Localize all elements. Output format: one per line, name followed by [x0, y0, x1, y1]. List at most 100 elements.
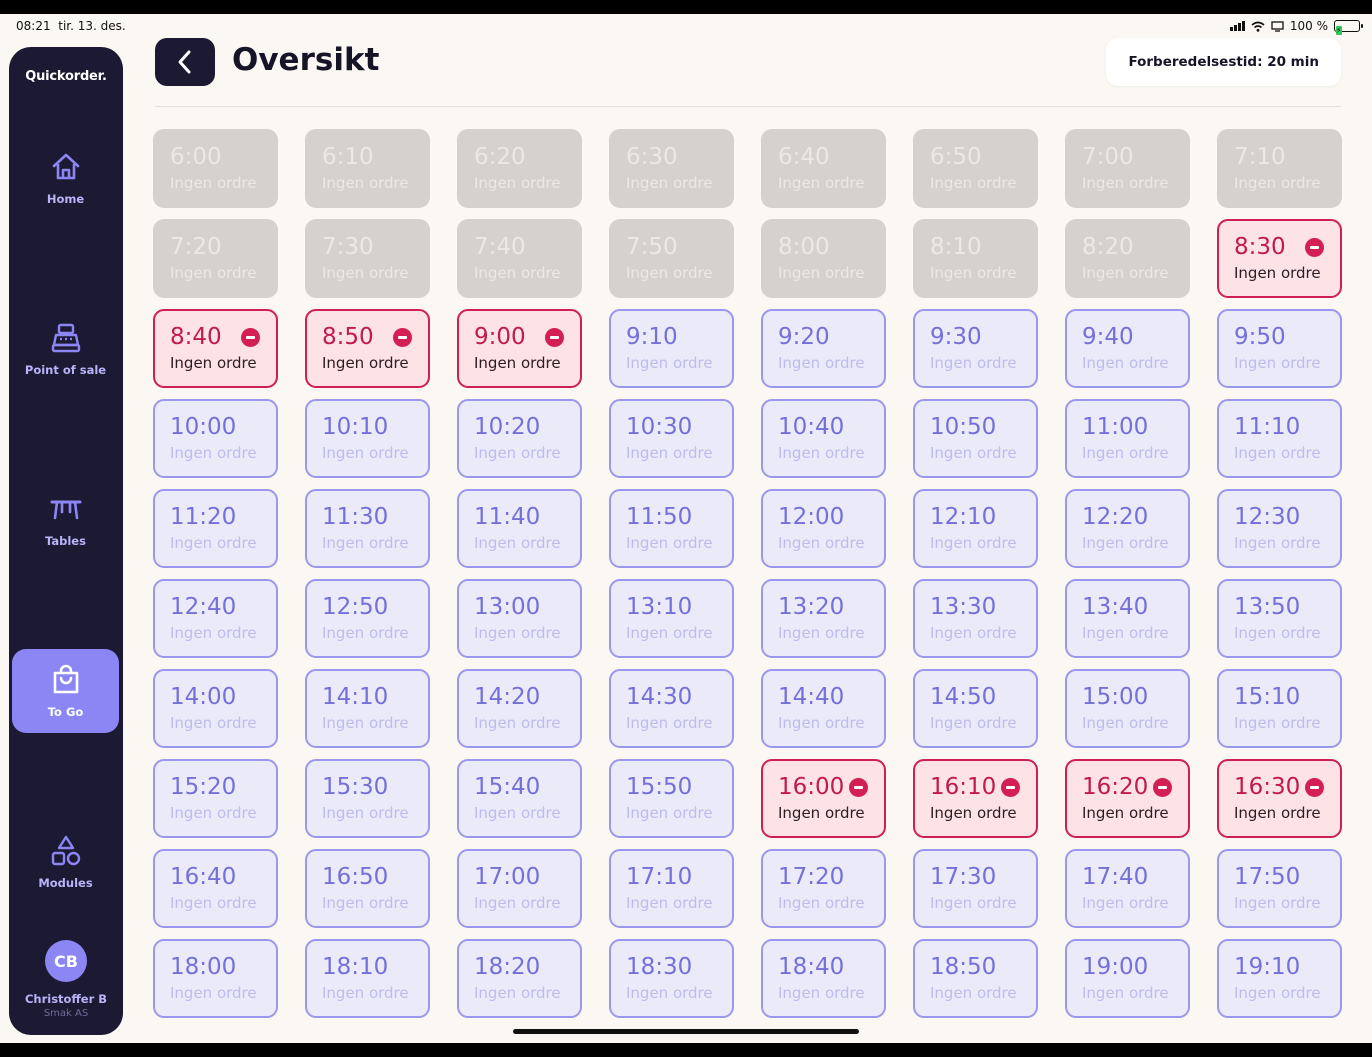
- time-slot[interactable]: 12:40 Ingen ordre: [153, 579, 278, 658]
- time-slot[interactable]: 13:50 Ingen ordre: [1217, 579, 1342, 658]
- time-slot[interactable]: 6:50 Ingen ordre: [913, 129, 1038, 208]
- time-slot[interactable]: 17:40 Ingen ordre: [1065, 849, 1190, 928]
- time-slot[interactable]: 11:40 Ingen ordre: [457, 489, 582, 568]
- time-slot[interactable]: 17:20 Ingen ordre: [761, 849, 886, 928]
- time-slot[interactable]: 9:20 Ingen ordre: [761, 309, 886, 388]
- slot-time: 6:30: [626, 144, 678, 170]
- time-slot[interactable]: 9:50 Ingen ordre: [1217, 309, 1342, 388]
- time-slot[interactable]: 17:50 Ingen ordre: [1217, 849, 1342, 928]
- time-slot[interactable]: 8:20 Ingen ordre: [1065, 219, 1190, 298]
- time-slot[interactable]: 18:30 Ingen ordre: [609, 939, 734, 1018]
- time-slot[interactable]: 17:00 Ingen ordre: [457, 849, 582, 928]
- time-slot[interactable]: 8:10 Ingen ordre: [913, 219, 1038, 298]
- prep-time-badge[interactable]: Forberedelsestid: 20 min: [1106, 38, 1341, 86]
- time-slot[interactable]: 8:30 Ingen ordre: [1217, 219, 1342, 298]
- time-slot[interactable]: 7:10 Ingen ordre: [1217, 129, 1342, 208]
- time-slot[interactable]: 12:30 Ingen ordre: [1217, 489, 1342, 568]
- time-slot[interactable]: 14:10 Ingen ordre: [305, 669, 430, 748]
- time-slot[interactable]: 14:00 Ingen ordre: [153, 669, 278, 748]
- time-slot[interactable]: 15:10 Ingen ordre: [1217, 669, 1342, 748]
- time-slot[interactable]: 10:50 Ingen ordre: [913, 399, 1038, 478]
- minus-circle-icon[interactable]: [393, 328, 412, 347]
- time-slot[interactable]: 16:20 Ingen ordre: [1065, 759, 1190, 838]
- time-slot[interactable]: 10:00 Ingen ordre: [153, 399, 278, 478]
- time-slot[interactable]: 18:10 Ingen ordre: [305, 939, 430, 1018]
- time-slot[interactable]: 9:30 Ingen ordre: [913, 309, 1038, 388]
- time-slot[interactable]: 16:00 Ingen ordre: [761, 759, 886, 838]
- time-slot[interactable]: 12:10 Ingen ordre: [913, 489, 1038, 568]
- time-slot[interactable]: 16:40 Ingen ordre: [153, 849, 278, 928]
- minus-circle-icon[interactable]: [1305, 238, 1324, 257]
- time-slot[interactable]: 15:30 Ingen ordre: [305, 759, 430, 838]
- time-slot[interactable]: 6:40 Ingen ordre: [761, 129, 886, 208]
- time-slot[interactable]: 17:30 Ingen ordre: [913, 849, 1038, 928]
- time-slot[interactable]: 15:00 Ingen ordre: [1065, 669, 1190, 748]
- back-button[interactable]: [155, 38, 215, 86]
- time-slot[interactable]: 8:40 Ingen ordre: [153, 309, 278, 388]
- sidebar-item-modules[interactable]: Modules: [12, 820, 119, 904]
- time-slot[interactable]: 9:00 Ingen ordre: [457, 309, 582, 388]
- time-slot[interactable]: 7:40 Ingen ordre: [457, 219, 582, 298]
- minus-circle-icon[interactable]: [849, 778, 868, 797]
- time-slot[interactable]: 15:40 Ingen ordre: [457, 759, 582, 838]
- time-slot[interactable]: 6:20 Ingen ordre: [457, 129, 582, 208]
- time-slot[interactable]: 14:30 Ingen ordre: [609, 669, 734, 748]
- time-slot[interactable]: 16:30 Ingen ordre: [1217, 759, 1342, 838]
- time-slot[interactable]: 12:00 Ingen ordre: [761, 489, 886, 568]
- sidebar-item-tables[interactable]: Tables: [12, 478, 119, 562]
- time-slot[interactable]: 16:10 Ingen ordre: [913, 759, 1038, 838]
- time-slot[interactable]: 12:20 Ingen ordre: [1065, 489, 1190, 568]
- time-slot[interactable]: 18:40 Ingen ordre: [761, 939, 886, 1018]
- sidebar-item-point-of-sale[interactable]: Point of sale: [12, 307, 119, 391]
- time-slot[interactable]: 12:50 Ingen ordre: [305, 579, 430, 658]
- time-slot[interactable]: 13:10 Ingen ordre: [609, 579, 734, 658]
- time-slot[interactable]: 13:20 Ingen ordre: [761, 579, 886, 658]
- time-slot[interactable]: 9:10 Ingen ordre: [609, 309, 734, 388]
- minus-circle-icon[interactable]: [1153, 778, 1172, 797]
- time-slot[interactable]: 8:00 Ingen ordre: [761, 219, 886, 298]
- slot-time: 7:00: [1082, 144, 1134, 170]
- time-slot[interactable]: 10:40 Ingen ordre: [761, 399, 886, 478]
- minus-circle-icon[interactable]: [241, 328, 260, 347]
- time-slot[interactable]: 7:00 Ingen ordre: [1065, 129, 1190, 208]
- time-slot[interactable]: 13:30 Ingen ordre: [913, 579, 1038, 658]
- time-slot[interactable]: 6:30 Ingen ordre: [609, 129, 734, 208]
- time-slot[interactable]: 10:20 Ingen ordre: [457, 399, 582, 478]
- sidebar-item-home[interactable]: Home: [12, 136, 119, 220]
- time-slot[interactable]: 7:30 Ingen ordre: [305, 219, 430, 298]
- time-slot[interactable]: 18:20 Ingen ordre: [457, 939, 582, 1018]
- time-slot[interactable]: 8:50 Ingen ordre: [305, 309, 430, 388]
- time-slot[interactable]: 19:00 Ingen ordre: [1065, 939, 1190, 1018]
- time-slot[interactable]: 13:40 Ingen ordre: [1065, 579, 1190, 658]
- time-slot[interactable]: 7:50 Ingen ordre: [609, 219, 734, 298]
- time-slot[interactable]: 18:50 Ingen ordre: [913, 939, 1038, 1018]
- time-slot[interactable]: 10:10 Ingen ordre: [305, 399, 430, 478]
- time-slot[interactable]: 15:20 Ingen ordre: [153, 759, 278, 838]
- minus-circle-icon[interactable]: [1305, 778, 1324, 797]
- time-slot[interactable]: 19:10 Ingen ordre: [1217, 939, 1342, 1018]
- time-slot[interactable]: 14:40 Ingen ordre: [761, 669, 886, 748]
- time-slot[interactable]: 16:50 Ingen ordre: [305, 849, 430, 928]
- minus-circle-icon[interactable]: [545, 328, 564, 347]
- time-slot[interactable]: 11:50 Ingen ordre: [609, 489, 734, 568]
- time-slot[interactable]: 14:50 Ingen ordre: [913, 669, 1038, 748]
- time-slot[interactable]: 14:20 Ingen ordre: [457, 669, 582, 748]
- time-slot[interactable]: 11:30 Ingen ordre: [305, 489, 430, 568]
- time-slot[interactable]: 9:40 Ingen ordre: [1065, 309, 1190, 388]
- time-slot[interactable]: 15:50 Ingen ordre: [609, 759, 734, 838]
- time-slot[interactable]: 18:00 Ingen ordre: [153, 939, 278, 1018]
- minus-circle-icon[interactable]: [1001, 778, 1020, 797]
- time-slot[interactable]: 11:20 Ingen ordre: [153, 489, 278, 568]
- time-slot[interactable]: 6:10 Ingen ordre: [305, 129, 430, 208]
- home-indicator[interactable]: [513, 1029, 859, 1034]
- time-slot[interactable]: 6:00 Ingen ordre: [153, 129, 278, 208]
- time-slot[interactable]: 11:10 Ingen ordre: [1217, 399, 1342, 478]
- user-profile[interactable]: CB Christoffer B Smak AS: [9, 940, 123, 1019]
- time-slot[interactable]: 7:20 Ingen ordre: [153, 219, 278, 298]
- time-slot[interactable]: 13:00 Ingen ordre: [457, 579, 582, 658]
- time-slot[interactable]: 17:10 Ingen ordre: [609, 849, 734, 928]
- sidebar-item-to-go[interactable]: To Go: [12, 649, 119, 733]
- time-slot[interactable]: 10:30 Ingen ordre: [609, 399, 734, 478]
- avatar[interactable]: CB: [45, 940, 87, 982]
- time-slot[interactable]: 11:00 Ingen ordre: [1065, 399, 1190, 478]
